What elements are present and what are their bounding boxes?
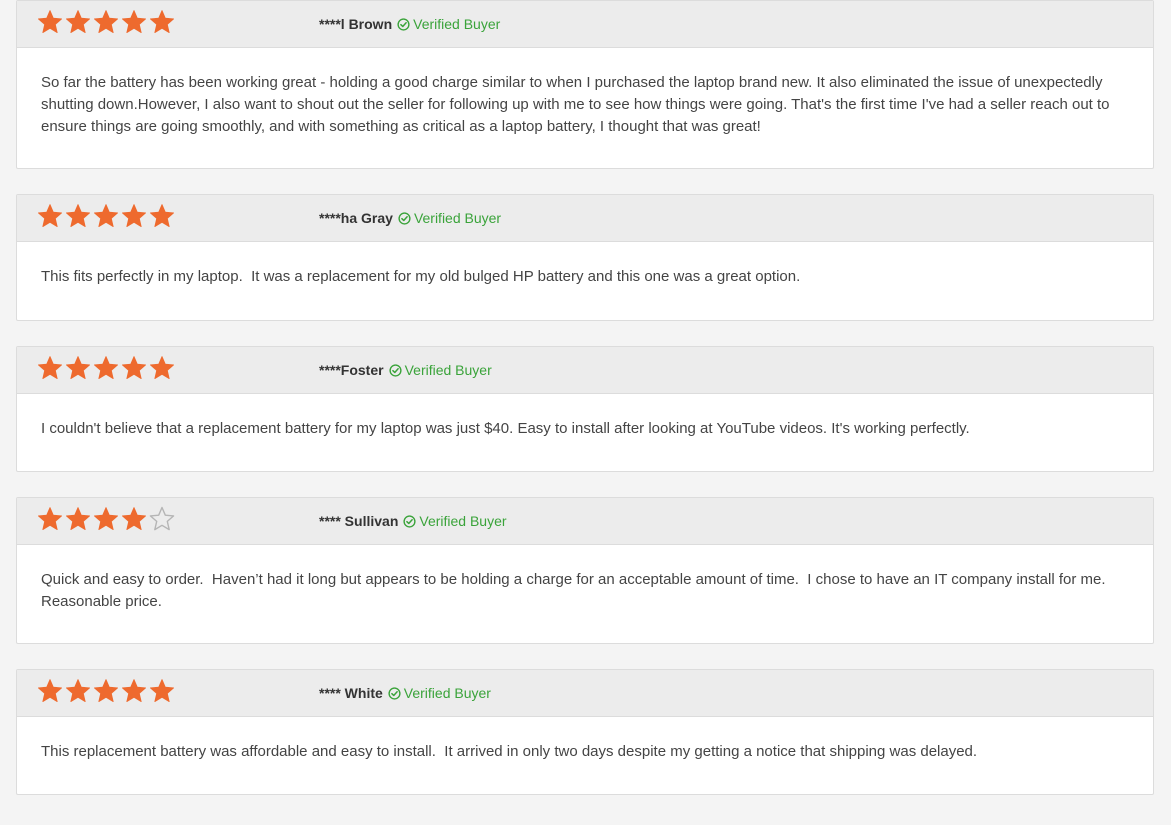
review-header: ****l Brown Verified Buyer [17,1,1153,48]
verified-label: Verified Buyer [419,513,507,529]
star-filled-icon [121,9,147,35]
reviewer-name: **** Sullivan [319,513,399,529]
check-circle-icon [403,514,416,528]
star-filled-icon [37,355,63,381]
verified-badge: Verified Buyer [389,361,492,379]
reviewer-name: ****l Brown [319,16,393,32]
verified-label: Verified Buyer [413,210,502,226]
star-filled-icon [65,678,91,704]
star-filled-icon [93,678,119,704]
verified-label: Verified Buyer [404,362,492,378]
review-header: ****Foster Verified Buyer [17,347,1153,394]
star-filled-icon [93,506,119,532]
review-card: **** Sullivan Verified Buyer Quick and e… [16,497,1154,644]
reviewer-info: **** Sullivan Verified Buyer [319,512,507,530]
reviewer-info: ****Foster Verified Buyer [319,361,492,379]
review-header: **** Sullivan Verified Buyer [17,498,1153,545]
reviewer-name: **** White [319,685,383,701]
reviewer-info: **** White Verified Buyer [319,684,491,702]
check-circle-icon [389,363,402,377]
star-filled-icon [65,203,91,229]
star-rating [37,9,175,39]
review-card: ****l Brown Verified Buyer So far the ba… [16,0,1154,169]
star-filled-icon [121,506,147,532]
review-text: Quick and easy to order. Haven’t had it … [41,571,1114,610]
star-filled-icon [149,203,175,229]
star-rating [37,678,175,708]
verified-badge: Verified Buyer [403,512,507,530]
reviewer-name: ****ha Gray [319,210,393,226]
star-filled-icon [93,355,119,381]
star-filled-icon [93,203,119,229]
star-rating [37,355,175,385]
star-filled-icon [149,9,175,35]
star-filled-icon [37,506,63,532]
review-card: ****Foster Verified Buyer I couldn't bel… [16,346,1154,472]
verified-label: Verified Buyer [413,16,501,32]
review-text: This fits perfectly in my laptop. It was… [41,268,801,285]
review-card: ****ha Gray Verified Buyer This fits per… [16,194,1154,321]
check-circle-icon [397,17,410,31]
reviewer-info: ****ha Gray Verified Buyer [319,209,501,227]
reviewer-name: ****Foster [319,362,384,378]
star-filled-icon [121,678,147,704]
star-rating [37,506,175,536]
star-filled-icon [37,203,63,229]
verified-badge: Verified Buyer [398,209,501,227]
verified-badge: Verified Buyer [397,15,500,33]
check-circle-icon [388,686,401,700]
review-header: **** White Verified Buyer [17,670,1153,717]
check-circle-icon [398,211,411,225]
star-filled-icon [65,506,91,532]
review-text: So far the battery has been working grea… [41,74,1114,135]
star-filled-icon [65,9,91,35]
review-card: **** White Verified Buyer This replaceme… [16,669,1154,795]
star-empty-icon [149,506,175,532]
star-filled-icon [121,355,147,381]
review-text: This replacement battery was affordable … [41,743,978,760]
reviewer-info: ****l Brown Verified Buyer [319,15,500,33]
star-filled-icon [149,678,175,704]
review-header: ****ha Gray Verified Buyer [17,195,1153,242]
review-text: I couldn't believe that a replacement ba… [41,420,970,437]
verified-badge: Verified Buyer [388,684,491,702]
star-filled-icon [37,9,63,35]
star-filled-icon [93,9,119,35]
star-filled-icon [37,678,63,704]
star-rating [37,203,175,233]
verified-label: Verified Buyer [403,685,491,701]
star-filled-icon [65,355,91,381]
star-filled-icon [121,203,147,229]
star-filled-icon [149,355,175,381]
